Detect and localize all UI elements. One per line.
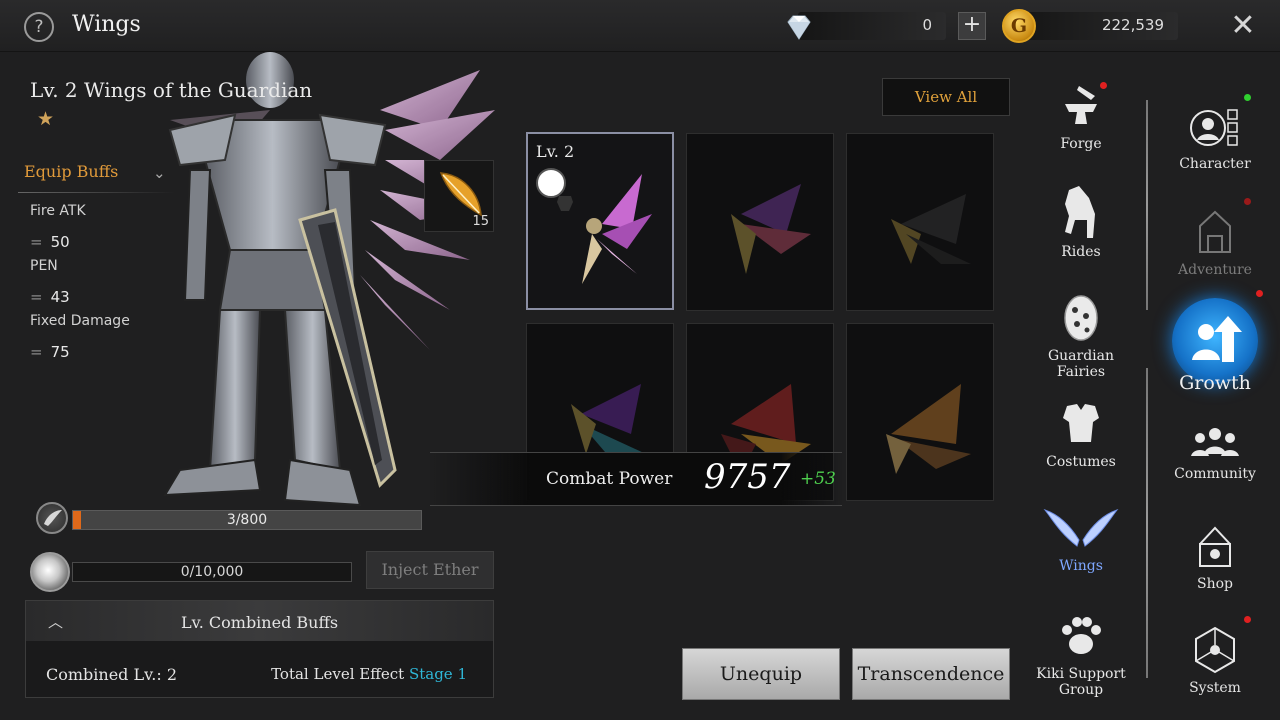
unequip-button[interactable]: Unequip	[682, 648, 840, 700]
gold-amount: 222,539	[1101, 16, 1164, 34]
combat-power-label: Combat Power	[546, 469, 673, 489]
divider	[1146, 100, 1148, 310]
divider	[1146, 368, 1148, 678]
nav-label: Character	[1179, 156, 1251, 172]
item-name: Lv. 2 Wings of the Guardian	[30, 78, 313, 102]
submenu-label: Kiki Support Group	[1036, 666, 1126, 698]
close-button[interactable]: ✕	[1226, 10, 1260, 44]
character-model	[163, 52, 495, 507]
egg-icon	[1064, 295, 1098, 341]
diamond-counter: 0	[798, 12, 946, 40]
wing-slot[interactable]	[686, 133, 834, 311]
total-level-effect: Total Level Effect Stage 1	[271, 665, 467, 683]
equals-icon: =	[30, 343, 43, 361]
golden-feather-icon	[439, 172, 482, 217]
nav-system[interactable]: System	[1170, 616, 1260, 696]
inject-ether-button[interactable]: Inject Ether	[366, 551, 494, 589]
community-icon	[1191, 428, 1239, 456]
gold-counter: 222,539	[1018, 12, 1178, 40]
wings-thumbnail	[886, 384, 971, 474]
submenu-label: Guardian Fairies	[1047, 348, 1115, 380]
star-icon: ★	[37, 108, 55, 130]
combined-buffs-panel: ︿ Lv. Combined Buffs Combined Lv.: 2 Tot…	[25, 600, 494, 698]
notification-dot	[1256, 290, 1263, 297]
chevron-down-icon[interactable]: ⌄	[153, 164, 166, 182]
gold-coin-icon: G	[1002, 9, 1036, 43]
buff-value-fixed-damage: = 75	[30, 343, 70, 361]
buff-name-fire-atk: Fire ATK	[30, 203, 86, 219]
submenu-label: Costumes	[1046, 454, 1116, 470]
buff-value-fire-atk: = 50	[30, 233, 70, 251]
wing-exp-icon	[36, 502, 68, 534]
submenu-forge[interactable]: Forge	[1026, 82, 1136, 152]
adventure-icon	[1199, 210, 1231, 253]
nav-label: Shop	[1197, 576, 1233, 592]
buff-value: 43	[50, 288, 70, 306]
nav-community[interactable]: Community	[1170, 424, 1260, 482]
notification-dot	[1244, 198, 1251, 205]
nav-label: Community	[1174, 466, 1256, 482]
paw-icon	[1062, 617, 1101, 654]
transcendence-button[interactable]: Transcendence	[852, 648, 1010, 700]
wings-icon	[1043, 508, 1119, 547]
total-level-effect-label: Total Level Effect	[271, 665, 405, 683]
combined-buffs-header[interactable]: ︿ Lv. Combined Buffs	[26, 601, 493, 641]
combat-power-delta: +53	[800, 469, 836, 489]
help-icon[interactable]: ?	[24, 12, 54, 42]
divider	[18, 192, 176, 193]
feather-material-item[interactable]: 15	[424, 160, 494, 232]
submenu-wings[interactable]: Wings	[1026, 502, 1136, 574]
buff-value: 50	[50, 233, 70, 251]
system-icon	[1195, 626, 1235, 674]
shop-icon	[1199, 526, 1231, 567]
buff-value-pen: = 43	[30, 288, 70, 306]
nav-growth-label: Growth	[1179, 372, 1251, 394]
submenu-kiki-support-group[interactable]: Kiki Support Group	[1026, 610, 1136, 698]
combat-power-value: 9757	[704, 457, 791, 497]
notification-dot	[1100, 82, 1107, 89]
horse-icon	[1065, 186, 1095, 238]
submenu-rides[interactable]: Rides	[1026, 184, 1136, 260]
stage-value: Stage 1	[408, 665, 467, 683]
view-all-button[interactable]: View All	[882, 78, 1010, 116]
ether-progress-text: 0/10,000	[180, 564, 244, 580]
nav-label: Adventure	[1178, 262, 1252, 278]
diamond-amount: 0	[922, 16, 932, 34]
submenu-costumes[interactable]: Costumes	[1026, 398, 1136, 470]
character-icon	[1190, 109, 1238, 146]
armor-icon	[1063, 404, 1099, 442]
add-diamonds-button[interactable]: +	[958, 12, 986, 40]
equals-icon: =	[30, 288, 43, 306]
equals-icon: =	[30, 233, 43, 251]
wing-slot[interactable]	[846, 323, 994, 501]
notification-dot	[1244, 616, 1251, 623]
buff-value: 75	[50, 343, 70, 361]
nav-label: System	[1189, 680, 1241, 696]
ether-orb-icon	[30, 552, 70, 592]
ether-progress-bar: 0/10,000	[72, 562, 352, 582]
buff-name-fixed-damage: Fixed Damage	[30, 313, 130, 329]
equip-buffs-dropdown[interactable]: Equip Buffs	[24, 162, 118, 181]
combat-power-banner: Combat Power 9757 +53	[430, 452, 842, 506]
submenu-label: Rides	[1061, 244, 1101, 260]
wing-slot[interactable]	[846, 133, 994, 311]
wings-thumbnail	[891, 194, 971, 264]
nav-shop[interactable]: Shop	[1170, 522, 1260, 592]
submenu-label: Forge	[1060, 136, 1102, 152]
combined-buffs-title: Lv. Combined Buffs	[180, 613, 339, 632]
diamond-icon	[787, 15, 811, 40]
wing-slot-selected[interactable]: Lv. 2	[526, 132, 674, 310]
wings-thumbnail	[731, 184, 811, 274]
nav-adventure[interactable]: Adventure	[1170, 198, 1260, 278]
page-title: Wings	[72, 12, 141, 37]
wings-thumbnail	[582, 174, 652, 284]
combined-level: Combined Lv.: 2	[46, 665, 178, 684]
feather-count: 15	[472, 214, 489, 229]
notification-dot	[1244, 94, 1251, 101]
anvil-icon	[1065, 86, 1097, 124]
nav-character[interactable]: Character	[1170, 94, 1260, 172]
buff-name-pen: PEN	[30, 258, 58, 274]
submenu-guardian-fairies[interactable]: Guardian Fairies	[1026, 292, 1136, 380]
submenu-label: Wings	[1059, 558, 1103, 574]
